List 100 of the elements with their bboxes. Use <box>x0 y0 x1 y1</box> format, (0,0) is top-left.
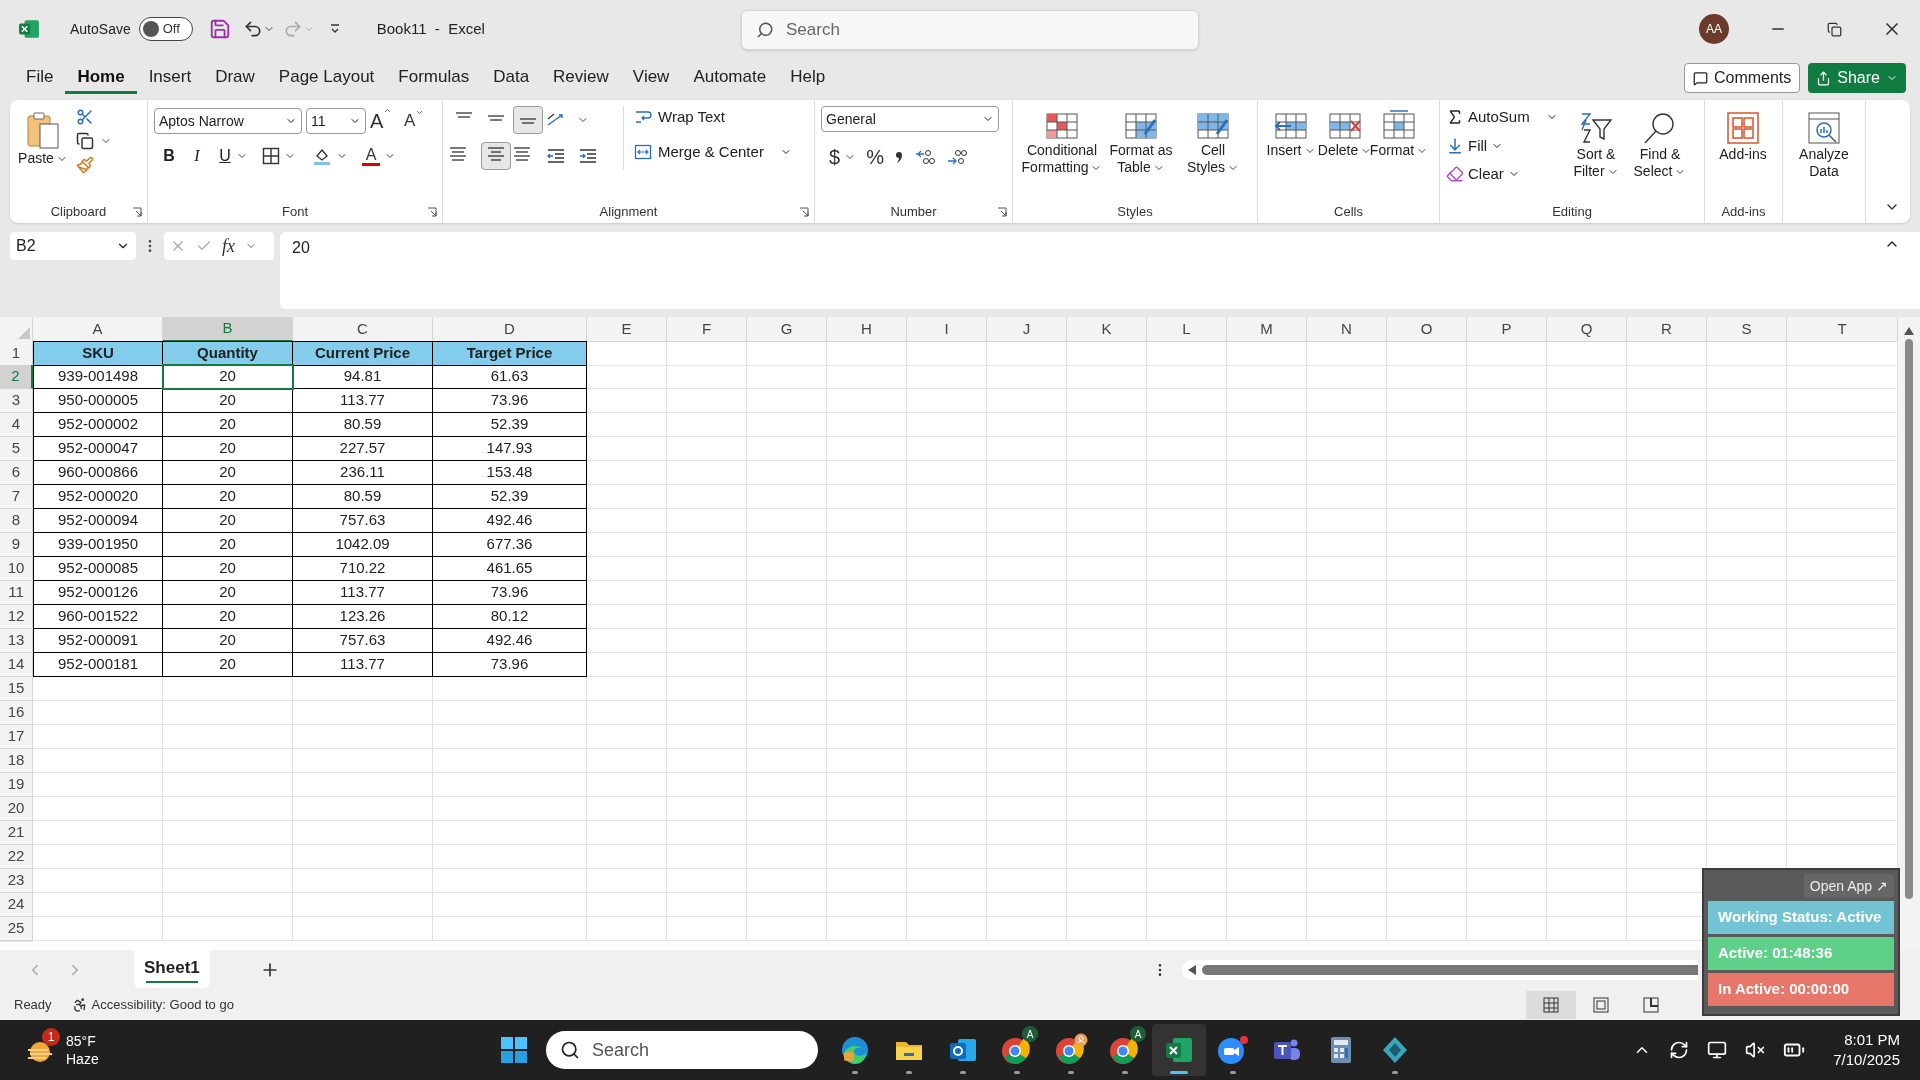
row-header[interactable]: 19 <box>0 773 33 797</box>
ribbon-tab[interactable]: File <box>14 62 66 94</box>
underline-button[interactable]: U <box>216 144 234 168</box>
row-header[interactable]: 25 <box>0 917 33 941</box>
table-cell[interactable]: 20 <box>163 509 293 533</box>
table-cell[interactable]: 952-000091 <box>33 629 163 653</box>
scrollbar-thumb[interactable] <box>1905 339 1913 899</box>
table-cell[interactable]: 757.63 <box>293 629 433 653</box>
row-header[interactable]: 7 <box>0 485 33 509</box>
row-header[interactable]: 14 <box>0 653 33 677</box>
row-header[interactable]: 21 <box>0 821 33 845</box>
table-cell[interactable]: 147.93 <box>433 437 587 461</box>
table-cell[interactable]: 952-000085 <box>33 557 163 581</box>
clear-button[interactable]: Clear <box>1446 163 1564 186</box>
column-header[interactable]: S <box>1707 317 1787 342</box>
table-cell[interactable]: 123.26 <box>293 605 433 629</box>
table-cell[interactable]: 960-001522 <box>33 605 163 629</box>
table-cell[interactable]: 939-001498 <box>33 365 163 389</box>
ribbon-button[interactable]: Conditional Formatting <box>1019 106 1105 176</box>
row-header[interactable]: 1 <box>0 341 33 366</box>
row-header[interactable]: 15 <box>0 677 33 701</box>
taskbar-app-button[interactable]: A <box>1098 1024 1152 1076</box>
clock-time[interactable]: 8:01 PM <box>1844 1030 1900 1050</box>
column-header[interactable]: F <box>667 317 747 342</box>
table-cell[interactable]: 20 <box>163 437 293 461</box>
row-header[interactable]: 9 <box>0 533 33 557</box>
ribbon-button[interactable]: Find & Select <box>1628 106 1692 180</box>
wrap-text-button[interactable]: Wrap Text <box>634 106 792 129</box>
autosave-toggle[interactable]: Off <box>138 17 193 41</box>
weather-condition[interactable]: Haze <box>66 1050 99 1068</box>
table-cell[interactable]: 20 <box>163 389 293 413</box>
vertical-scrollbar[interactable] <box>1898 317 1920 950</box>
start-icon[interactable] <box>500 1036 528 1064</box>
column-header[interactable]: G <box>747 317 827 342</box>
search-field[interactable]: Search <box>741 10 1199 50</box>
copy-icon[interactable] <box>76 132 94 150</box>
table-cell[interactable]: 492.46 <box>433 629 587 653</box>
ribbon-button[interactable]: Cell Styles <box>1177 106 1249 176</box>
decrease-indent-icon[interactable] <box>545 147 567 165</box>
table-cell[interactable]: 492.46 <box>433 509 587 533</box>
sheet-tab[interactable]: Sheet1 <box>134 950 210 988</box>
column-header[interactable]: N <box>1307 317 1387 342</box>
table-cell[interactable]: 80.12 <box>433 605 587 629</box>
ribbon-button[interactable]: Sort & Filter <box>1564 106 1628 180</box>
save-icon[interactable] <box>208 18 231 40</box>
ribbon-tab[interactable]: Help <box>778 62 838 94</box>
ribbon-tab[interactable]: View <box>620 62 682 94</box>
row-header[interactable]: 3 <box>0 389 33 413</box>
bold-button[interactable]: B <box>160 144 178 168</box>
table-cell[interactable]: 20 <box>163 533 293 557</box>
increase-decimal-icon[interactable] <box>913 148 936 166</box>
italic-button[interactable]: I <box>188 144 206 168</box>
comments-button[interactable]: Comments <box>1683 63 1801 93</box>
table-cell[interactable]: 113.77 <box>293 653 433 677</box>
table-cell[interactable]: 20 <box>163 485 293 509</box>
user-avatar[interactable]: AA <box>1699 14 1729 44</box>
insert-function-button[interactable]: fx <box>222 232 235 260</box>
table-cell[interactable]: 952-000020 <box>33 485 163 509</box>
dialog-launcher-icon[interactable] <box>427 207 437 217</box>
font-size-dropdown[interactable]: 11 <box>306 108 366 134</box>
table-cell[interactable]: 461.65 <box>433 557 587 581</box>
taskbar-app-button[interactable] <box>1152 1024 1206 1076</box>
table-cell[interactable]: 73.96 <box>433 581 587 605</box>
comma-style-icon[interactable] <box>893 149 904 165</box>
column-header[interactable]: Q <box>1547 317 1627 342</box>
table-cell[interactable]: 61.63 <box>433 365 587 389</box>
table-cell[interactable]: 710.22 <box>293 557 433 581</box>
table-cell[interactable]: 950-000005 <box>33 389 163 413</box>
fill-button[interactable]: Fill <box>1446 134 1564 157</box>
column-header[interactable]: R <box>1627 317 1707 342</box>
column-header[interactable]: I <box>907 317 987 342</box>
column-header[interactable]: L <box>1147 317 1227 342</box>
weather-temperature[interactable]: 85°F <box>66 1032 99 1050</box>
column-header[interactable]: P <box>1467 317 1547 342</box>
share-button[interactable]: Share <box>1808 63 1906 93</box>
table-cell[interactable]: 757.63 <box>293 509 433 533</box>
column-heading[interactable]: SKU <box>33 341 163 366</box>
ribbon-button[interactable]: Format as Table <box>1105 106 1177 176</box>
customize-toolbar-icon[interactable] <box>328 23 341 35</box>
ribbon-button[interactable]: Insert <box>1264 106 1318 159</box>
ribbon-button[interactable]: Add-ins <box>1711 106 1775 163</box>
row-header[interactable]: 23 <box>0 869 33 893</box>
ribbon-tab[interactable]: Draw <box>203 62 267 94</box>
table-cell[interactable]: 20 <box>163 581 293 605</box>
autosum-button[interactable]: AutoSum <box>1446 106 1564 129</box>
column-header[interactable]: E <box>587 317 667 342</box>
table-cell[interactable]: 227.57 <box>293 437 433 461</box>
table-cell[interactable]: 20 <box>163 605 293 629</box>
row-header[interactable]: 11 <box>0 581 33 605</box>
column-heading[interactable]: Current Price <box>293 341 433 366</box>
taskbar-app-button[interactable]: A <box>990 1024 1044 1076</box>
ribbon-tab[interactable]: Page Layout <box>266 62 387 94</box>
undo-icon[interactable] <box>242 19 263 39</box>
select-all-icon[interactable] <box>18 326 30 339</box>
horizontal-scrollbar[interactable] <box>1182 960 1698 980</box>
table-cell[interactable]: 1042.09 <box>293 533 433 557</box>
table-cell[interactable]: 94.81 <box>293 365 433 389</box>
column-header[interactable]: H <box>827 317 907 342</box>
table-cell[interactable]: 20 <box>163 365 293 389</box>
row-header[interactable]: 22 <box>0 845 33 869</box>
